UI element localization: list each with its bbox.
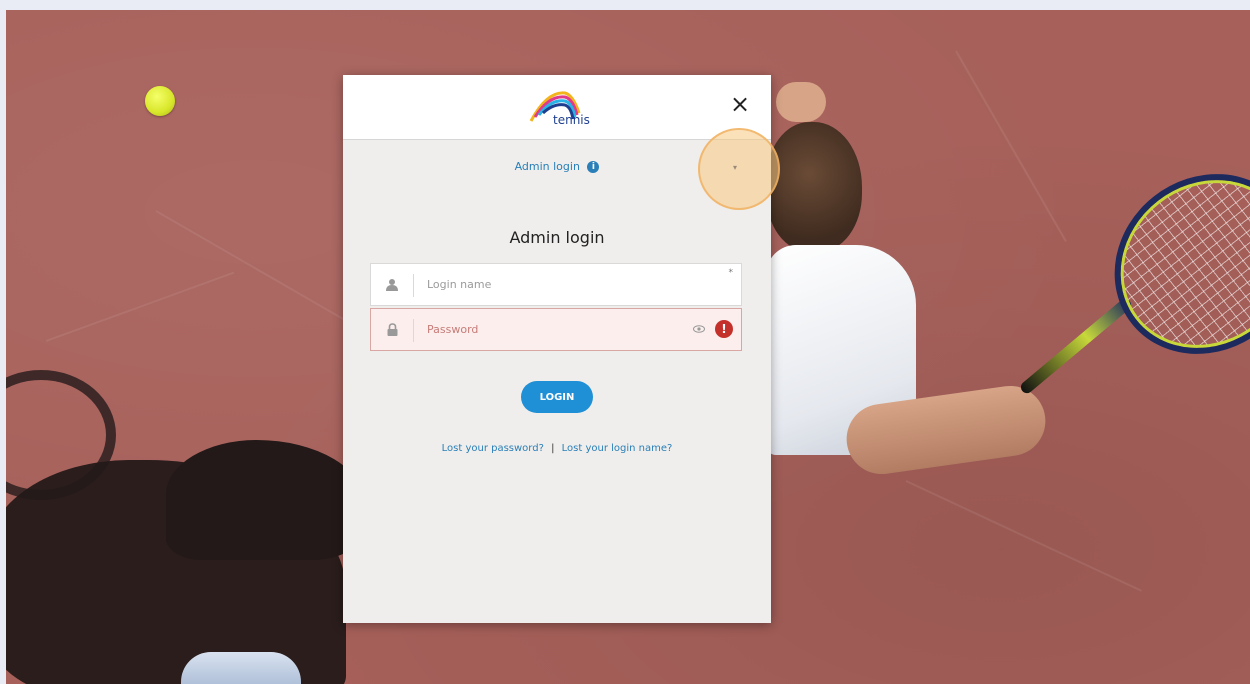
required-marker: * — [728, 268, 734, 278]
info-icon[interactable]: i — [587, 161, 600, 173]
eye-icon[interactable] — [693, 323, 705, 335]
lock-icon — [371, 309, 413, 350]
tennis-ball — [145, 86, 175, 116]
player-shadow-leg — [166, 440, 366, 560]
recovery-links: Lost your password? | Lost your login na… — [343, 443, 771, 454]
password-input[interactable] — [427, 309, 677, 350]
player-head — [766, 122, 862, 252]
racket-handle — [1018, 296, 1134, 396]
field-divider — [413, 319, 414, 342]
close-icon[interactable]: × — [728, 92, 752, 116]
racket-head — [1078, 137, 1250, 391]
chevron-down-icon[interactable]: ▾ — [733, 163, 737, 172]
user-icon — [371, 264, 413, 305]
court-scratch — [45, 271, 235, 342]
password-field[interactable]: ! — [370, 308, 742, 351]
login-name-field[interactable]: * — [370, 263, 742, 306]
field-divider — [413, 274, 414, 297]
modal-header: tennis × — [343, 75, 771, 140]
lost-password-link[interactable]: Lost your password? — [442, 443, 544, 454]
player-hand — [776, 82, 826, 122]
logo-text: tennis — [553, 113, 590, 127]
click-highlight — [698, 128, 780, 210]
court-scratch — [905, 480, 1143, 592]
error-icon: ! — [715, 320, 733, 338]
login-button[interactable]: LOGIN — [521, 381, 593, 413]
form-title: Admin login — [509, 228, 605, 247]
link-separator: | — [551, 443, 555, 454]
admin-login-toggle-label: Admin login — [514, 160, 580, 173]
lost-login-name-link[interactable]: Lost your login name? — [562, 443, 673, 454]
login-name-input[interactable] — [427, 264, 677, 305]
court-scratch — [955, 50, 1067, 243]
player-shoe — [181, 652, 301, 684]
